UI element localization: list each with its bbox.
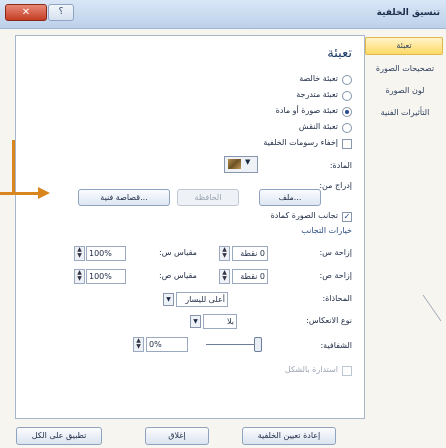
decorative-line — [422, 294, 442, 322]
section-title: تعبئة — [327, 46, 352, 61]
scale-y-label: مقياس ص: — [159, 271, 197, 280]
scale-y-spinner[interactable]: ▲ ▼ — [74, 269, 85, 284]
transparency-spinner[interactable]: ▲ ▼ — [133, 337, 144, 352]
chevron-down-icon: ▼ — [245, 158, 251, 166]
fill-panel: تعبئة تعبئة خالصة تعبئة متدرجة تعبئة صور… — [15, 35, 365, 419]
category-fill[interactable]: تعبئة — [365, 37, 443, 55]
scale-x-label: مقياس س: — [159, 248, 197, 257]
solid-fill-label: تعبئة خالصة — [299, 74, 338, 83]
mirror-type-select[interactable]: بلا — [203, 314, 237, 329]
tile-label: تجانب الصورة كمادة — [270, 211, 338, 220]
dialog-title: تنسيق الخلفية — [376, 8, 440, 18]
pattern-fill-label: تعبئة النقش — [298, 122, 338, 131]
texture-label: المادة: — [329, 161, 352, 170]
category-artistic-effects[interactable]: التأثيرات الفنية — [367, 105, 443, 121]
alignment-chevron-icon[interactable]: ▼ — [163, 293, 174, 306]
insert-from-label: إدراج من: — [319, 181, 352, 190]
title-bar: ✕ ؟ تنسيق الخلفية — [0, 0, 446, 29]
close-icon[interactable]: ✕ — [5, 4, 47, 21]
clip-art-button[interactable]: قصاصة فنية... — [78, 189, 170, 206]
help-icon[interactable]: ؟ — [48, 4, 74, 21]
offset-x-spinner[interactable]: ▲ ▼ — [219, 246, 230, 261]
annotation-arrow-line — [0, 192, 40, 195]
transparency-label: الشفافية: — [320, 341, 352, 350]
offset-y-field[interactable]: 0 نقطة — [232, 269, 268, 284]
scale-x-field[interactable]: 100% — [86, 246, 126, 261]
alignment-select[interactable]: أعلى لليسار — [176, 292, 228, 307]
gradient-fill-label: تعبئة متدرجة — [296, 90, 338, 99]
texture-picker[interactable]: ▼ — [224, 156, 258, 173]
solid-fill-radio[interactable] — [342, 75, 352, 85]
apply-to-all-button[interactable]: تطبيق على الكل — [16, 427, 102, 445]
transparency-slider-thumb[interactable] — [254, 337, 262, 352]
alignment-label: المحاذاة: — [322, 294, 352, 303]
texture-swatch-icon — [228, 159, 241, 169]
scale-x-spinner[interactable]: ▲ ▼ — [74, 246, 85, 261]
offset-x-label: إزاحة س: — [319, 248, 352, 257]
file-button[interactable]: ملف... — [259, 189, 321, 206]
annotation-arrow-head-icon — [38, 187, 50, 199]
category-list: تعبئة تصحيحات الصورة لون الصورة التأثيرا… — [365, 37, 443, 417]
hide-background-label: إخفاء رسومات الخلفية — [263, 138, 338, 147]
close-button[interactable]: إغلاق — [145, 427, 209, 445]
rotate-with-shape-label: استدارة بالشكل — [284, 365, 338, 374]
tiling-options-heading: خيارات التجانب — [301, 226, 352, 235]
clipboard-button[interactable]: الحافظة — [177, 189, 239, 206]
scale-y-field[interactable]: 100% — [86, 269, 126, 284]
offset-x-field[interactable]: 0 نقطة — [232, 246, 268, 261]
gradient-fill-radio[interactable] — [342, 91, 352, 101]
picture-texture-fill-radio[interactable] — [342, 107, 352, 117]
offset-y-spinner[interactable]: ▲ ▼ — [219, 269, 230, 284]
reset-background-button[interactable]: إعادة تعيين الخلفية — [242, 427, 336, 445]
rotate-with-shape-checkbox[interactable] — [342, 366, 352, 376]
hide-background-checkbox[interactable] — [342, 139, 352, 149]
mirror-chevron-icon[interactable]: ▼ — [190, 315, 201, 328]
offset-y-label: إزاحة ص: — [319, 271, 352, 280]
transparency-field[interactable]: 0% — [146, 337, 188, 352]
mirror-type-label: نوع الانعكاس: — [306, 316, 352, 325]
category-picture-corrections[interactable]: تصحيحات الصورة — [367, 61, 443, 77]
annotation-arrow-stem — [12, 140, 15, 194]
tile-checkbox[interactable]: ✓ — [342, 212, 352, 222]
picture-texture-fill-label: تعبئة صورة أو مادة — [275, 106, 338, 115]
transparency-slider-track[interactable] — [206, 344, 258, 345]
pattern-fill-radio[interactable] — [342, 123, 352, 133]
category-picture-color[interactable]: لون الصورة — [367, 83, 443, 99]
